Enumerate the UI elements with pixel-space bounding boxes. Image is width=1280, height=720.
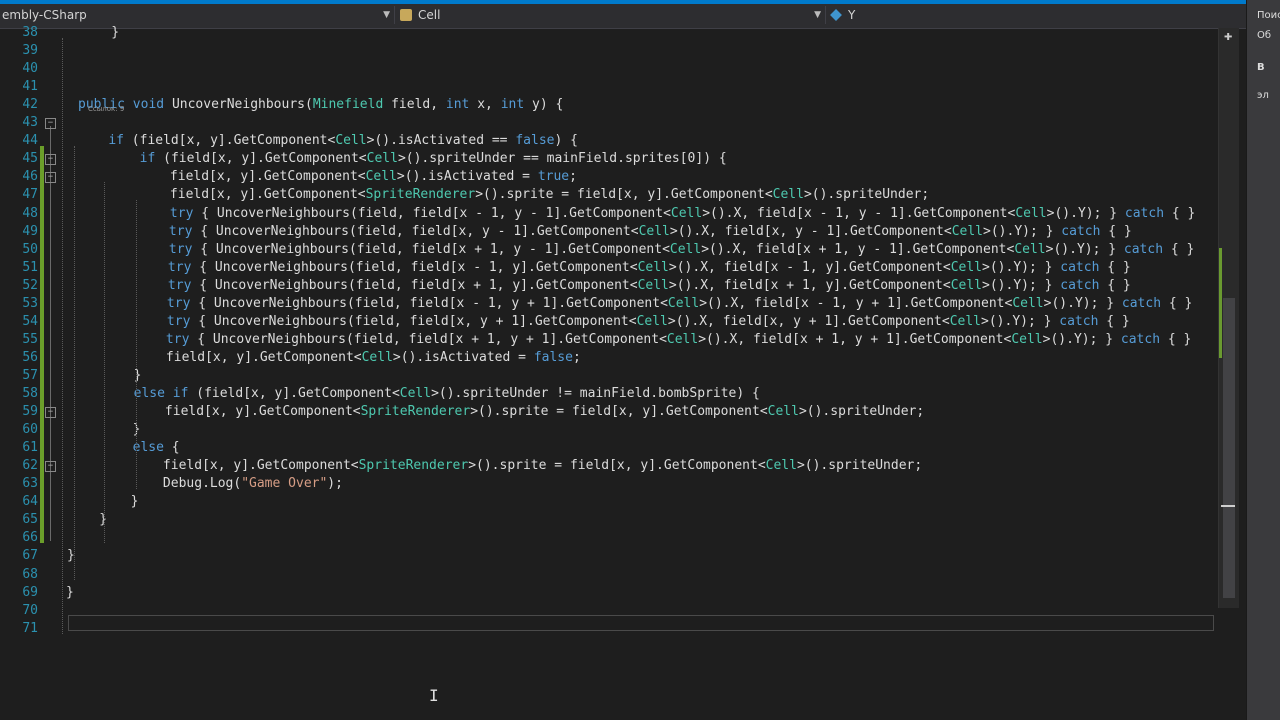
solution-explorer-panel: Поис Об В эл: [1246, 0, 1280, 720]
collapse-icon[interactable]: −: [45, 407, 56, 418]
scrollbar-thumb[interactable]: [1223, 298, 1235, 598]
code-line[interactable]: try { UncoverNeighbours(field, field[x, …: [73, 313, 1130, 331]
line-number: 55: [22, 332, 38, 347]
change-marker: [40, 146, 44, 543]
code-line[interactable]: if (field[x, y].GetComponent<Cell>().spr…: [77, 150, 727, 168]
line-number: 47: [22, 187, 38, 202]
line-number: 53: [22, 296, 38, 311]
line-number: 54: [22, 314, 38, 329]
project-label: embly-CSharp: [2, 8, 87, 22]
code-line[interactable]: else {: [70, 439, 180, 457]
line-number: 69: [22, 585, 38, 600]
line-number: 48: [22, 206, 38, 221]
type-label: Cell: [418, 8, 441, 22]
vertical-scrollbar[interactable]: ✚: [1218, 28, 1239, 608]
field-icon: [830, 9, 842, 21]
collapse-icon[interactable]: −: [45, 461, 56, 472]
line-number: 57: [22, 368, 38, 383]
line-number: 68: [22, 567, 38, 582]
line-number: 44: [22, 133, 38, 148]
member-label: Y: [848, 8, 856, 22]
line-number: 62: [22, 458, 38, 473]
line-number: 65: [22, 512, 38, 527]
member-dropdown[interactable]: Y: [830, 6, 1240, 24]
indent-guide: [74, 146, 75, 580]
caret-marker: [1221, 505, 1235, 507]
code-line[interactable]: public void UncoverNeighbours(Minefield …: [78, 96, 563, 114]
split-editor-icon[interactable]: ✚: [1224, 28, 1232, 44]
code-line[interactable]: field[x, y].GetComponent<SpriteRenderer>…: [69, 457, 922, 475]
line-number: 45: [22, 151, 38, 166]
chevron-down-icon: ▼: [383, 10, 390, 20]
line-number: 52: [22, 278, 38, 293]
indent-guide: [62, 38, 63, 634]
panel-item[interactable]: В: [1257, 62, 1265, 73]
codelens-references[interactable]: Ссылок: 9: [88, 105, 124, 113]
line-number: 61: [22, 440, 38, 455]
line-number: 43: [22, 115, 38, 130]
collapse-icon[interactable]: −: [45, 118, 56, 129]
line-number: 63: [22, 476, 38, 491]
code-line[interactable]: try { UncoverNeighbours(field, field[x +…: [75, 241, 1194, 259]
line-number: 56: [22, 350, 38, 365]
panel-search-label[interactable]: Поис: [1257, 10, 1280, 21]
line-number: 46: [22, 169, 38, 184]
line-number: 70: [22, 603, 38, 618]
indent-guide: [104, 182, 105, 543]
line-number: 49: [22, 224, 38, 239]
line-number: 66: [22, 530, 38, 545]
line-number: 41: [22, 79, 38, 94]
code-line[interactable]: field[x, y].GetComponent<SpriteRenderer>…: [76, 186, 929, 204]
line-number: 67: [22, 548, 38, 563]
code-line[interactable]: }: [80, 24, 119, 42]
indent-guide: [136, 200, 137, 489]
editor-gutter: 38 39 40 41 42 43 44 45 46 47 48 49 50 51 52 53 54 55 56 57…: [0, 25, 70, 720]
line-number: 59: [22, 404, 38, 419]
code-line[interactable]: try { UncoverNeighbours(field, field[x -…: [74, 259, 1131, 277]
code-line[interactable]: try { UncoverNeighbours(field, field[x +…: [72, 331, 1191, 349]
tab-strip: [0, 0, 1246, 4]
line-number: 64: [22, 494, 38, 509]
line-number: 50: [22, 242, 38, 257]
collapse-icon[interactable]: −: [45, 154, 56, 165]
line-number: 60: [22, 422, 38, 437]
code-line[interactable]: else if (field[x, y].GetComponent<Cell>(…: [71, 385, 760, 403]
code-line[interactable]: field[x, y].GetComponent<SpriteRenderer>…: [71, 403, 924, 421]
code-line[interactable]: }: [71, 367, 142, 385]
code-line[interactable]: if (field[x, y].GetComponent<Cell>().isA…: [77, 132, 578, 150]
line-number: 58: [22, 386, 38, 401]
chevron-down-icon: ▼: [814, 10, 821, 20]
class-icon: [400, 9, 412, 21]
code-line[interactable]: try { UncoverNeighbours(field, field[x -…: [76, 205, 1195, 223]
panel-header[interactable]: Об: [1257, 30, 1271, 41]
outline-line: [50, 126, 51, 541]
code-line[interactable]: Debug.Log("Game Over");: [69, 475, 343, 493]
current-line-highlight: [68, 615, 1214, 631]
code-line[interactable]: }: [66, 584, 74, 602]
text-cursor-icon: I: [429, 686, 439, 705]
code-line[interactable]: }: [70, 421, 141, 439]
change-marker: [1219, 248, 1222, 358]
line-number: 51: [22, 260, 38, 275]
panel-item[interactable]: эл: [1257, 90, 1269, 101]
line-number: 42: [22, 97, 38, 112]
type-dropdown[interactable]: Cell ▼: [400, 6, 826, 24]
code-line[interactable]: try { UncoverNeighbours(field, field[x, …: [75, 223, 1132, 241]
line-number: 71: [22, 621, 38, 636]
line-number: 39: [22, 43, 38, 58]
line-number: 38: [22, 25, 38, 40]
navigation-bar: embly-CSharp ▼ Cell ▼ Y: [0, 0, 1246, 29]
line-number: 40: [22, 61, 38, 76]
code-line[interactable]: try { UncoverNeighbours(field, field[x +…: [74, 277, 1131, 295]
code-line[interactable]: field[x, y].GetComponent<Cell>().isActiv…: [72, 349, 581, 367]
project-dropdown[interactable]: embly-CSharp ▼: [0, 6, 395, 24]
collapse-icon[interactable]: −: [45, 172, 56, 183]
code-line[interactable]: field[x, y].GetComponent<Cell>().isActiv…: [76, 168, 577, 186]
code-line[interactable]: try { UncoverNeighbours(field, field[x -…: [73, 295, 1192, 313]
